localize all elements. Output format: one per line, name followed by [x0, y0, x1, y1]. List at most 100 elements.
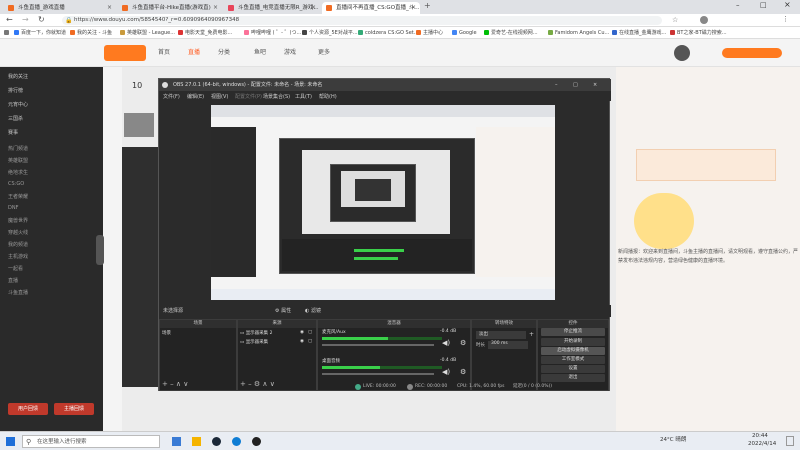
menu-icon[interactable]: ⋮: [782, 15, 789, 23]
visibility-eye-icon[interactable]: ◉: [300, 339, 304, 344]
menu-help[interactable]: 帮助(H): [319, 93, 337, 100]
left-menu-item[interactable]: 主机游戏: [8, 253, 98, 265]
weather-widget[interactable]: 24°C 晴朗: [660, 435, 686, 443]
obs-taskbar-icon[interactable]: [252, 437, 261, 446]
bookmark-item[interactable]: BT之家-BT磁力搜索...: [670, 27, 727, 39]
browser-tab[interactable]: 斗鱼直播_电竞直播无限R_游戏... ×: [224, 2, 320, 14]
steam-icon[interactable]: [212, 437, 221, 446]
left-menu-item[interactable]: 直播: [8, 277, 98, 289]
source-list-item[interactable]: ▭ 显示器采集 ◉ ▢: [240, 339, 314, 347]
pc-client-button[interactable]: [722, 48, 782, 58]
start-virtual-camera-button[interactable]: 启动虚拟摄像机: [541, 347, 605, 355]
properties-button[interactable]: ⚙ 属性: [275, 305, 291, 317]
left-menu-item[interactable]: 排行榜: [8, 87, 98, 101]
reload-icon[interactable]: ↻: [38, 15, 45, 24]
nav-games[interactable]: 游戏: [284, 47, 296, 56]
nav-category[interactable]: 分类: [218, 47, 230, 56]
add-transition-icon[interactable]: +: [529, 331, 534, 338]
obs-minimize-icon[interactable]: –: [555, 79, 558, 91]
filters-button[interactable]: ◐ 滤镜: [305, 305, 321, 317]
lock-source-icon[interactable]: ▢: [308, 330, 312, 335]
left-menu-item[interactable]: CS:GO: [8, 181, 98, 193]
menu-scene-collection[interactable]: 场景集合(S): [263, 93, 290, 100]
close-tab-icon[interactable]: ×: [107, 2, 112, 14]
user-avatar[interactable]: [674, 45, 690, 61]
bookmark-item[interactable]: 百度一下，你就知道: [14, 27, 66, 39]
close-window-icon[interactable]: ×: [784, 0, 791, 9]
notification-icon[interactable]: [786, 436, 794, 446]
minimize-icon[interactable]: –: [736, 1, 740, 9]
menu-tools[interactable]: 工具(T): [295, 93, 312, 100]
clock-date[interactable]: 2022/4/14: [748, 441, 776, 447]
obs-preview[interactable]: [211, 105, 555, 300]
settings-button[interactable]: 设置: [541, 365, 605, 373]
maximize-icon[interactable]: □: [760, 1, 767, 9]
bookmark-item[interactable]: Famidom Angels Cu...: [548, 27, 609, 39]
browser-tab[interactable]: 斗鱼直播_游戏直播 ×: [4, 2, 116, 14]
nav-home[interactable]: 首页: [158, 47, 170, 56]
left-menu-item[interactable]: 一起看: [8, 265, 98, 277]
rank-tabs[interactable]: [636, 149, 776, 181]
bookmark-item[interactable]: 爱奇艺-在线视频网...: [484, 27, 538, 39]
profile-avatar[interactable]: [700, 16, 708, 24]
menu-file[interactable]: 文件(F): [163, 93, 180, 100]
lock-source-icon[interactable]: ▢: [308, 339, 312, 344]
taskbar-search-input[interactable]: ⚲ 在这里输入进行搜索: [22, 435, 160, 448]
menu-view[interactable]: 视图(V): [211, 93, 228, 100]
file-explorer-icon[interactable]: [192, 437, 201, 446]
bookmark-item[interactable]: 主播中心: [416, 27, 443, 39]
left-menu-item[interactable]: 三国杀: [8, 115, 98, 129]
transition-select[interactable]: 淡出: [476, 331, 526, 339]
douyu-logo[interactable]: [104, 45, 146, 61]
bookmark-item[interactable]: 个人资源_5E对战平...: [302, 27, 358, 39]
windows-start-icon[interactable]: [6, 437, 15, 446]
user-feedback-button[interactable]: 用户回馈: [8, 403, 48, 415]
channel-settings-icon[interactable]: ⚙: [460, 368, 466, 376]
bookmark-item[interactable]: 在线直播_金鹰游戏...: [612, 27, 666, 39]
speaker-icon[interactable]: ◀): [442, 339, 450, 347]
left-menu-item[interactable]: 英雄联盟: [8, 157, 98, 169]
back-icon[interactable]: ←: [6, 15, 13, 24]
exit-button[interactable]: 退出: [541, 374, 605, 382]
edge-icon[interactable]: [232, 437, 241, 446]
bookmark-item[interactable]: 哔哩哔哩 ( ゜- ゜)つ...: [244, 27, 301, 39]
menu-profile[interactable]: 配置文件(P): [235, 93, 262, 100]
left-menu-item[interactable]: 热门频道: [8, 145, 98, 157]
menu-edit[interactable]: 编辑(E): [187, 93, 204, 100]
left-menu-item[interactable]: 赛事: [8, 129, 98, 145]
nav-fishbar[interactable]: 鱼吧: [254, 47, 266, 56]
left-menu-item[interactable]: 斗鱼直播: [8, 289, 98, 301]
bookmark-item[interactable]: 电影天堂_免费电影...: [178, 27, 232, 39]
sidebar-collapse-handle[interactable]: [96, 235, 104, 265]
left-menu-item[interactable]: 绝地求生: [8, 169, 98, 181]
close-tab-icon[interactable]: ×: [411, 2, 416, 14]
duration-input[interactable]: 300 ms: [488, 341, 528, 349]
left-menu-item[interactable]: 穿越火线: [8, 229, 98, 241]
scene-list-item[interactable]: 场景: [162, 330, 234, 338]
left-menu-item[interactable]: 王者荣耀: [8, 193, 98, 205]
nav-more[interactable]: 更多: [318, 47, 330, 56]
left-menu-item[interactable]: 魔兽世界: [8, 217, 98, 229]
stop-streaming-button[interactable]: 停止推流: [541, 328, 605, 336]
new-tab-icon[interactable]: +: [424, 1, 431, 10]
channel-settings-icon[interactable]: ⚙: [460, 339, 466, 347]
clock-time[interactable]: 20:44: [752, 433, 768, 439]
streamer-thumbnail[interactable]: [124, 113, 154, 137]
start-recording-button[interactable]: 开始录制: [541, 338, 605, 346]
browser-tab[interactable]: 斗鱼直播平台-Hike直播(游戏直) ×: [118, 2, 222, 14]
left-menu-item[interactable]: 我的频道: [8, 241, 98, 253]
speaker-icon[interactable]: ◀): [442, 368, 450, 376]
visibility-eye-icon[interactable]: ◉: [300, 330, 304, 335]
streamer-feedback-button[interactable]: 主播回馈: [54, 403, 94, 415]
bookmark-star-icon[interactable]: ☆: [672, 16, 678, 24]
left-menu-item[interactable]: DNF: [8, 205, 98, 217]
source-list-item[interactable]: ▭ 显示器采集 2 ◉ ▢: [240, 330, 314, 338]
studio-mode-button[interactable]: 工作室模式: [541, 356, 605, 364]
url-input[interactable]: 🔒 https://www.douyu.com/5854540?_r=0.609…: [62, 16, 662, 25]
apps-icon[interactable]: [4, 27, 11, 39]
bookmark-item[interactable]: coldzera CS:GO Set...: [358, 27, 419, 39]
bookmark-item[interactable]: Google: [452, 27, 477, 39]
nav-live[interactable]: 直播: [188, 47, 200, 56]
forward-icon[interactable]: →: [22, 15, 29, 24]
task-view-icon[interactable]: [172, 437, 181, 446]
